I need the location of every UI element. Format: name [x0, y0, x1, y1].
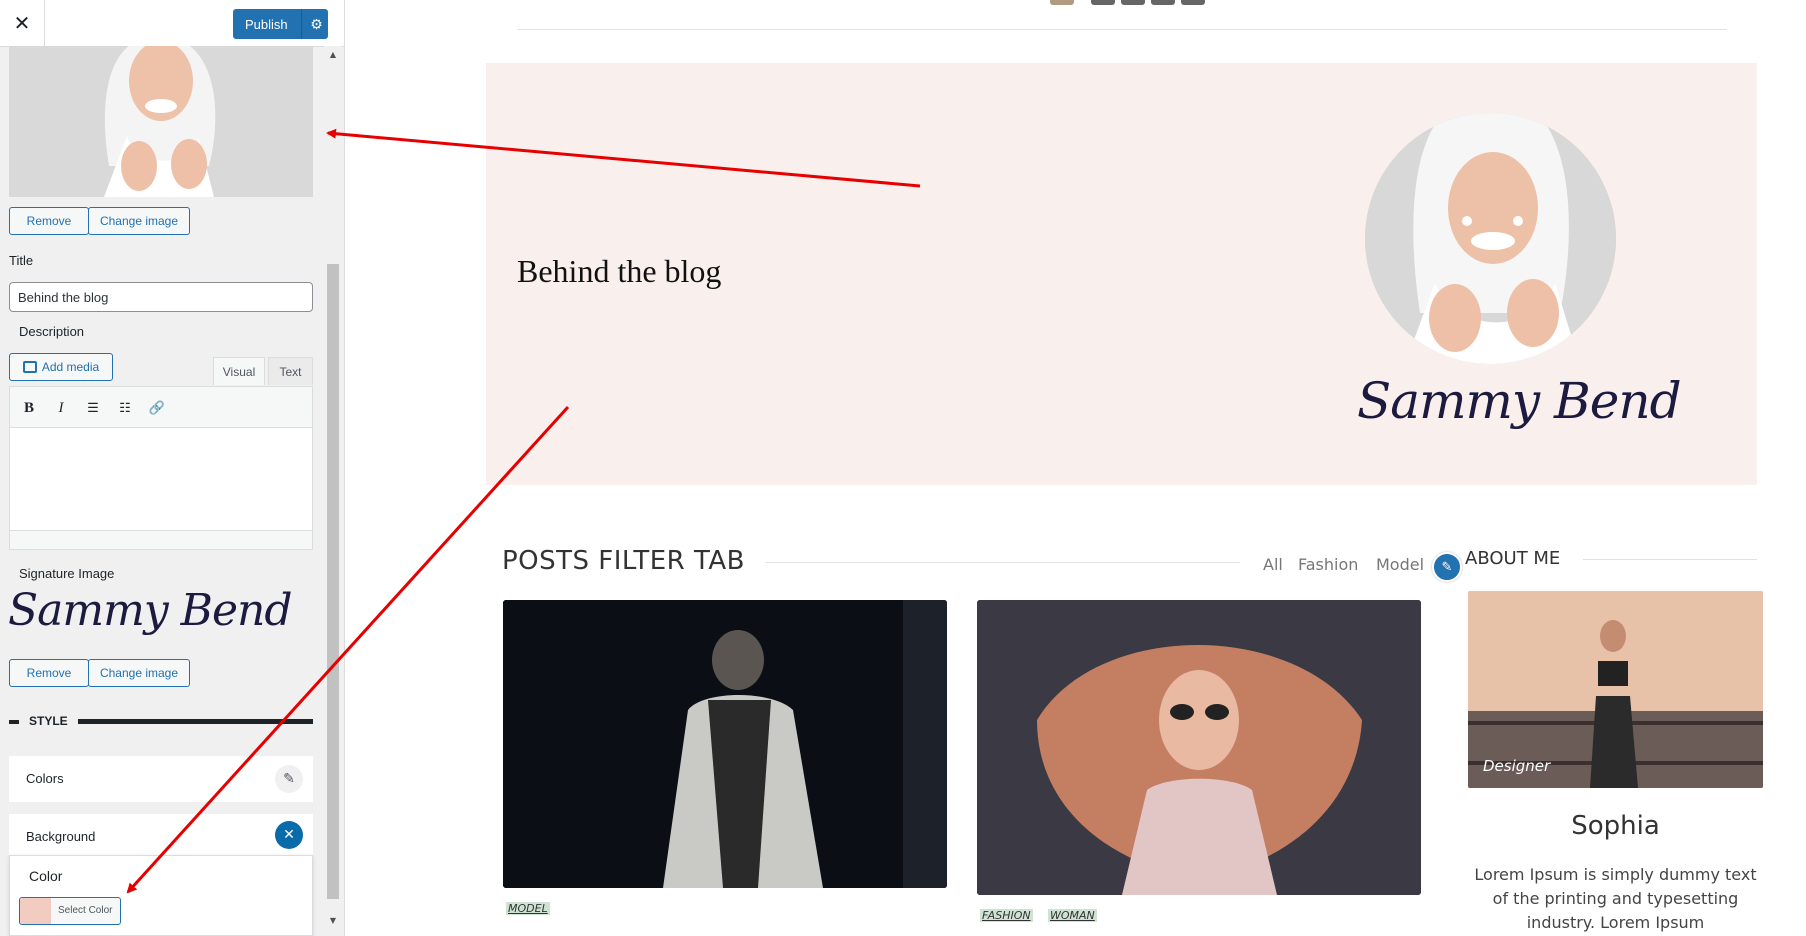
author-photo-caption: Designer — [1483, 757, 1551, 775]
post-image[interactable] — [977, 600, 1421, 895]
slider-dot[interactable] — [1181, 0, 1205, 5]
colors-label: Colors — [26, 771, 64, 786]
title-label: Title — [9, 253, 34, 268]
link-icon[interactable]: 🔗 — [144, 395, 170, 421]
gear-icon[interactable]: ⚙ — [305, 9, 328, 39]
scroll-up-arrow-icon[interactable]: ▲ — [324, 46, 342, 62]
post-photo-man — [503, 600, 947, 888]
filter-tab-fashion[interactable]: Fashion — [1298, 555, 1358, 574]
divider — [517, 29, 1727, 30]
about-me-rule — [1583, 559, 1757, 560]
change-about-image-button[interactable]: Change image — [88, 207, 190, 235]
description-editor[interactable] — [9, 428, 313, 531]
post-category[interactable]: FASHION — [980, 909, 1033, 922]
style-label: STYLE — [29, 714, 68, 728]
title-input[interactable]: Behind the blog — [9, 282, 313, 312]
background-label: Background — [26, 829, 96, 844]
customizer-sidebar: ✕ Publish ⚙ Remove Change image Title Be… — [0, 0, 345, 936]
filter-tab-model[interactable]: Model — [1376, 555, 1424, 574]
slider-dot[interactable] — [1151, 0, 1175, 5]
publish-label: Publish — [245, 16, 288, 32]
edit-pencil-icon[interactable]: ✎ — [1432, 552, 1462, 582]
about-me-heading: ABOUT ME — [1465, 548, 1561, 569]
media-icon — [22, 361, 37, 373]
portrait-illustration — [9, 46, 313, 197]
add-media-label: Add media — [41, 360, 100, 374]
style-dash — [9, 720, 19, 724]
color-popup: Color Select Color — [9, 855, 313, 936]
close-icon[interactable]: ✕ — [275, 821, 303, 849]
post-photo-woman — [977, 600, 1421, 895]
about-image-preview — [9, 46, 313, 197]
bulleted-list-icon[interactable]: ☰ — [80, 395, 106, 421]
color-swatch — [20, 898, 51, 924]
tab-visual[interactable]: Visual — [213, 357, 265, 385]
sidebar-scrollbar[interactable]: ▲ ▼ — [324, 46, 342, 936]
slider-dot[interactable] — [1050, 0, 1074, 5]
colors-section[interactable]: Colors ✎ — [9, 756, 313, 802]
select-color-button[interactable]: Select Color — [19, 897, 121, 925]
italic-button[interactable]: I — [48, 395, 74, 421]
author-photo: Designer — [1468, 591, 1763, 788]
select-color-label: Select Color — [58, 905, 113, 916]
scroll-down-arrow-icon[interactable]: ▼ — [324, 912, 342, 928]
remove-signature-button[interactable]: Remove — [9, 659, 89, 687]
style-section-heading: STYLE — [9, 713, 313, 731]
about-signature: Sammy Bend — [1357, 372, 1682, 430]
editor-toolbar: B I ☰ ☷ 🔗 — [9, 386, 313, 428]
change-signature-button[interactable]: Change image — [88, 659, 190, 687]
background-section[interactable]: Background ✕ — [9, 814, 313, 855]
customizer-header: ✕ Publish ⚙ — [0, 0, 344, 47]
numbered-list-icon[interactable]: ☷ — [112, 395, 138, 421]
posts-title-rule — [765, 562, 1240, 563]
edit-pencil-icon[interactable]: ✎ — [275, 765, 303, 793]
color-label: Color — [29, 868, 63, 884]
posts-filter-title: POSTS FILTER TAB — [502, 546, 745, 576]
tab-text[interactable]: Text — [268, 357, 313, 385]
slider-dot[interactable] — [1091, 0, 1115, 5]
style-rule — [78, 719, 313, 724]
slider-dot[interactable] — [1121, 0, 1145, 5]
signature-image-label: Signature Image — [19, 566, 115, 581]
portrait-illustration — [1365, 113, 1616, 364]
post-image[interactable] — [503, 600, 947, 888]
close-icon[interactable]: ✕ — [0, 0, 45, 46]
site-preview: Behind the blog Sammy Bend POSTS FILTER … — [345, 0, 1806, 936]
about-title: Behind the blog — [517, 253, 722, 289]
add-media-button[interactable]: Add media — [9, 353, 113, 381]
editor-resize-handle[interactable] — [9, 531, 313, 550]
publish-divider — [301, 9, 302, 39]
scrollbar-thumb[interactable] — [327, 264, 339, 899]
publish-button[interactable]: Publish ⚙ — [233, 9, 328, 39]
post-category[interactable]: WOMAN — [1048, 909, 1097, 922]
author-name: Sophia — [1571, 811, 1660, 841]
remove-about-image-button[interactable]: Remove — [9, 207, 89, 235]
post-category[interactable]: MODEL — [506, 902, 550, 915]
description-label: Description — [19, 324, 85, 339]
signature-image-preview: Sammy Bend — [8, 585, 293, 636]
bold-button[interactable]: B — [16, 395, 42, 421]
author-bio: Lorem Ipsum is simply dummy text of the … — [1474, 865, 1757, 932]
about-photo — [1365, 113, 1616, 364]
filter-tab-all[interactable]: All — [1263, 555, 1283, 574]
